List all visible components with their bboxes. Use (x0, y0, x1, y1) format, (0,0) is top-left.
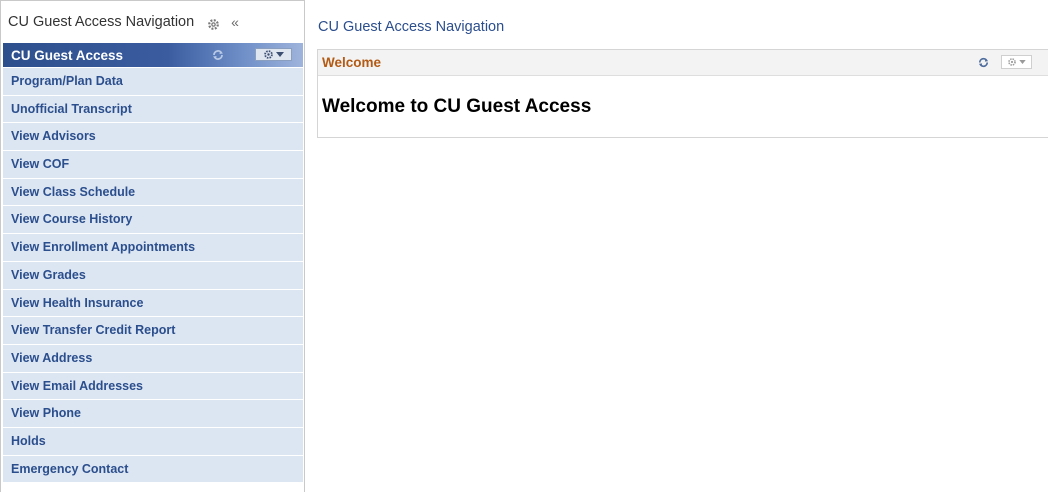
gear-dropdown-icon[interactable] (1001, 55, 1032, 69)
navigation-panel: CU Guest Access Navigation « CU Guest Ac… (0, 0, 305, 492)
refresh-icon[interactable] (211, 48, 225, 62)
nav-item-view-address[interactable]: View Address (3, 343, 303, 372)
cu-guest-access-pagelet: CU Guest Access Program/Plan Data Unoffi… (3, 43, 303, 483)
pagelet-title-bar: CU Guest Access (3, 43, 303, 67)
refresh-icon[interactable] (977, 56, 990, 69)
welcome-heading: Welcome to CU Guest Access (322, 96, 592, 117)
gear-dropdown-icon[interactable] (255, 48, 292, 61)
welcome-pagelet-header: Welcome (318, 50, 1048, 76)
nav-item-view-class-schedule[interactable]: View Class Schedule (3, 177, 303, 206)
nav-item-program-plan-data[interactable]: Program/Plan Data (3, 67, 303, 95)
double-chevron-left-icon[interactable]: « (231, 15, 239, 29)
nav-item-view-email-addresses[interactable]: View Email Addresses (3, 371, 303, 400)
navigation-panel-title: CU Guest Access Navigation (8, 14, 195, 30)
gear-icon[interactable] (208, 17, 220, 30)
nav-item-view-health-insurance[interactable]: View Health Insurance (3, 288, 303, 317)
nav-item-view-advisors[interactable]: View Advisors (3, 122, 303, 151)
pagelet-title: CU Guest Access (11, 47, 124, 63)
nav-item-view-grades[interactable]: View Grades (3, 260, 303, 289)
welcome-pagelet-title: Welcome (322, 55, 382, 70)
nav-item-view-enrollment-appointments[interactable]: View Enrollment Appointments (3, 233, 303, 261)
nav-item-view-course-history[interactable]: View Course History (3, 205, 303, 234)
page-title: CU Guest Access Navigation (318, 19, 505, 35)
nav-item-unofficial-transcript[interactable]: Unofficial Transcript (3, 94, 303, 123)
navigation-panel-header: CU Guest Access Navigation « (1, 0, 304, 43)
nav-item-view-cof[interactable]: View COF (3, 150, 303, 178)
nav-item-emergency-contact[interactable]: Emergency Contact (3, 454, 303, 483)
nav-item-view-transfer-credit-report[interactable]: View Transfer Credit Report (3, 316, 303, 344)
nav-item-holds[interactable]: Holds (3, 426, 303, 455)
main-content: CU Guest Access Navigation Welcome Welco… (305, 0, 1048, 492)
nav-item-view-phone[interactable]: View Phone (3, 399, 303, 427)
welcome-pagelet: Welcome Welcome to CU Guest Access (317, 49, 1048, 138)
navigation-list: Program/Plan Data Unofficial Transcript … (3, 67, 303, 483)
